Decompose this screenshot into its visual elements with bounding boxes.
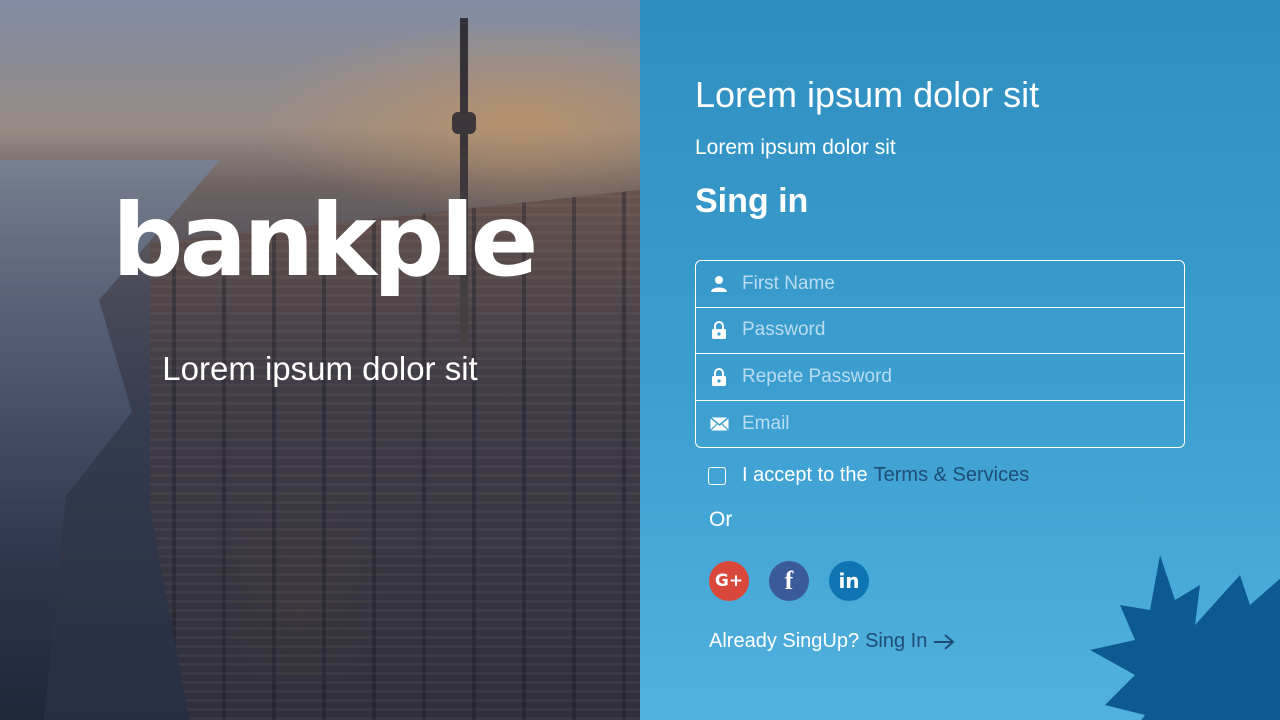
google-plus-icon: G+ — [714, 571, 744, 591]
email-input[interactable] — [742, 400, 1184, 447]
terms-acceptance: I accept to the Terms & Services — [708, 464, 1029, 487]
hero-image-panel: bankple Lorem ipsum dolor sit — [0, 0, 640, 720]
bankple-logo: bankple — [112, 182, 538, 299]
password-field — [696, 307, 1184, 354]
repeat-password-field — [696, 354, 1184, 401]
signin-title: Sing in — [695, 182, 809, 220]
already-signed-up: Already SingUp? Sing In — [709, 630, 955, 653]
lock-icon — [696, 321, 742, 340]
social-login-buttons: G+ f in — [709, 561, 869, 601]
repeat-password-input[interactable] — [742, 354, 1184, 400]
linkedin-button[interactable]: in — [829, 561, 869, 601]
first-name-input[interactable] — [742, 261, 1184, 307]
google-plus-button[interactable]: G+ — [709, 561, 749, 601]
first-name-field — [696, 261, 1184, 308]
mail-icon — [696, 416, 742, 431]
panel-heading: Lorem ipsum dolor sit — [695, 74, 1040, 115]
email-field — [696, 400, 1184, 447]
signin-link[interactable]: Sing In — [865, 630, 927, 653]
terms-link[interactable]: Terms & Services — [874, 464, 1030, 487]
terms-checkbox[interactable] — [708, 466, 726, 485]
terms-label: I accept to the — [742, 464, 868, 486]
signup-panel: Lorem ipsum dolor sit Lorem ipsum dolor … — [640, 0, 1280, 720]
brand-tagline: Lorem ipsum dolor sit — [162, 350, 478, 387]
user-icon — [696, 275, 742, 293]
linkedin-icon: in — [838, 569, 860, 593]
facebook-button[interactable]: f — [769, 561, 809, 601]
lock-icon — [696, 367, 742, 386]
signup-form — [695, 260, 1185, 448]
arrow-right-icon[interactable] — [933, 633, 955, 650]
maple-leaf-decoration — [1090, 555, 1280, 720]
already-signed-up-text: Already SingUp? — [709, 630, 860, 652]
panel-subheading: Lorem ipsum dolor sit — [695, 136, 896, 159]
facebook-icon: f — [784, 566, 794, 595]
password-input[interactable] — [742, 307, 1184, 353]
or-divider-text: Or — [709, 508, 733, 531]
